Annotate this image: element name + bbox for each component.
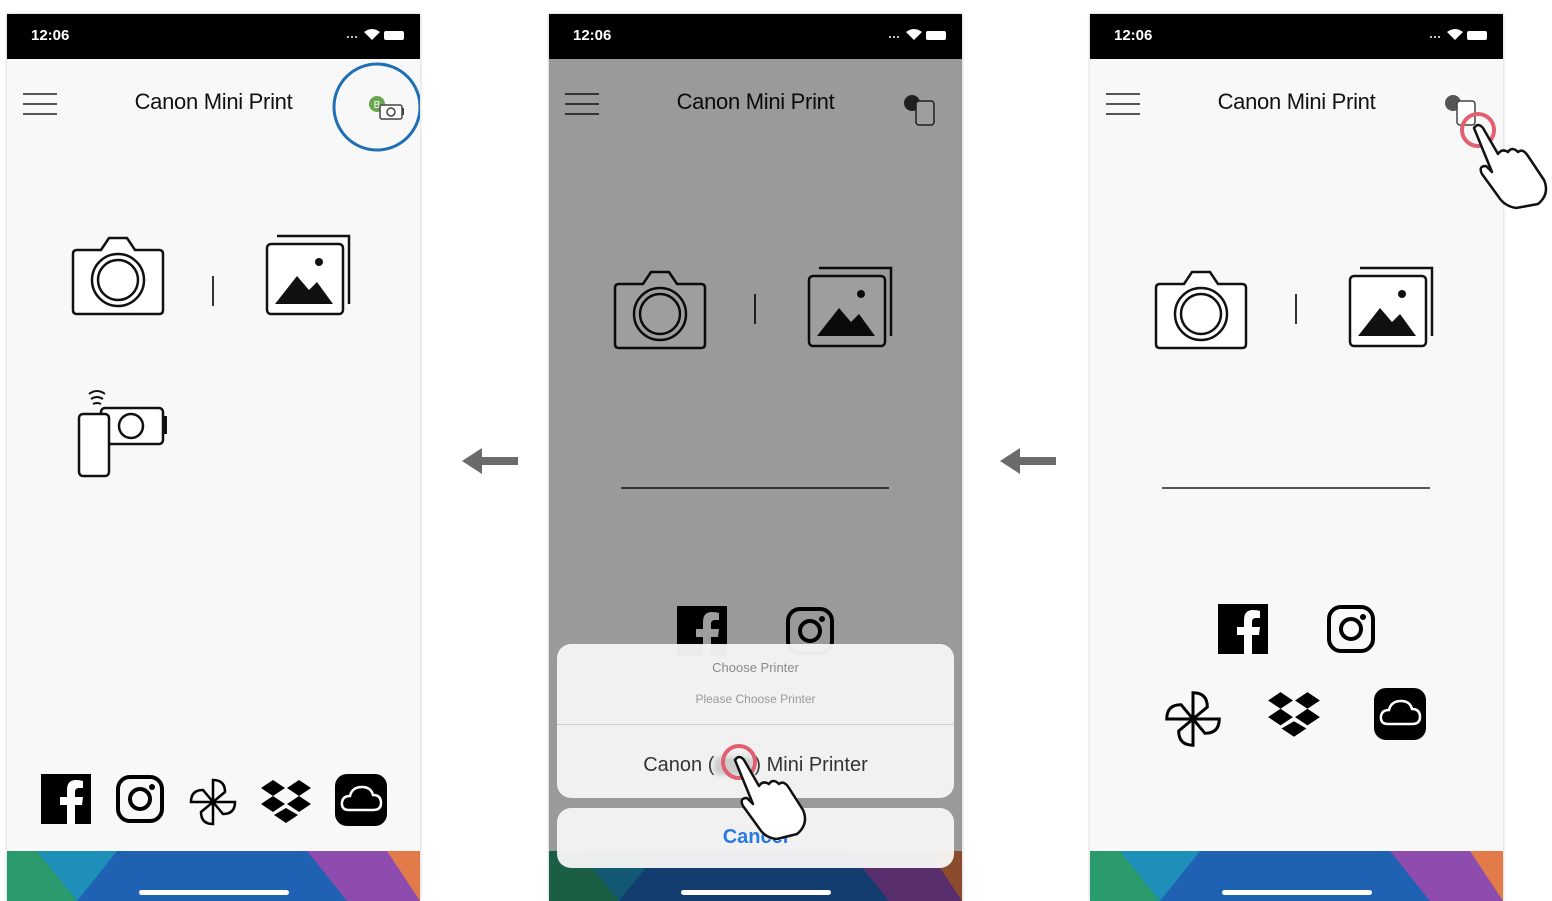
status-time: 12:06 [1114,27,1153,44]
status-time: 12:06 [573,27,612,44]
photo-gallery-icon[interactable] [1346,262,1438,348]
photo-gallery-icon[interactable] [263,230,355,316]
camera-icon[interactable] [69,232,167,316]
google-photos-icon[interactable] [187,776,239,828]
status-time: 12:06 [31,27,70,44]
facebook-icon[interactable] [1218,604,1268,654]
phone-screen-choose-printer: 12:06 Canon Mini Print Choose Printer Pl… [549,14,962,901]
printer-name-prefix: Canon ( [643,754,715,776]
dropbox-icon[interactable] [259,778,313,826]
status-icons [1430,29,1487,40]
divider [1295,294,1297,324]
nav-bar: Canon Mini Print [1090,59,1503,147]
home-indicator[interactable] [1221,890,1372,895]
remote-camera-icon[interactable] [73,382,173,478]
phone-screen-disconnected: 12:06 Canon Mini Print [1090,14,1503,901]
section-divider [1162,487,1430,489]
home-indicator[interactable] [680,890,831,895]
status-icons [889,29,946,40]
highlight-circle [332,62,420,152]
cloud-icon[interactable] [335,774,387,826]
facebook-icon[interactable] [41,774,91,824]
back-arrow-icon [462,448,518,474]
instagram-icon[interactable] [1326,604,1376,654]
dialog-separator [557,724,954,725]
back-arrow-icon [1000,448,1056,474]
hand-pointer-icon [1460,112,1548,210]
status-bar: 12:06 [549,14,962,59]
status-icons [347,29,404,40]
camera-icon[interactable] [1152,266,1250,350]
hand-pointer-icon [721,744,807,840]
phone-screen-connected: 12:06 Canon Mini Print B [7,14,420,901]
status-bar: 12:06 [7,14,420,59]
instagram-icon[interactable] [115,774,165,824]
dialog-title: Choose Printer [712,660,799,675]
status-bar: 12:06 [1090,14,1503,59]
dropbox-icon[interactable] [1266,690,1322,740]
dialog-message: Please Choose Printer [695,692,816,706]
cloud-icon[interactable] [1374,688,1426,740]
home-indicator[interactable] [138,890,289,895]
google-photos-icon[interactable] [1162,688,1224,750]
divider [212,276,214,306]
